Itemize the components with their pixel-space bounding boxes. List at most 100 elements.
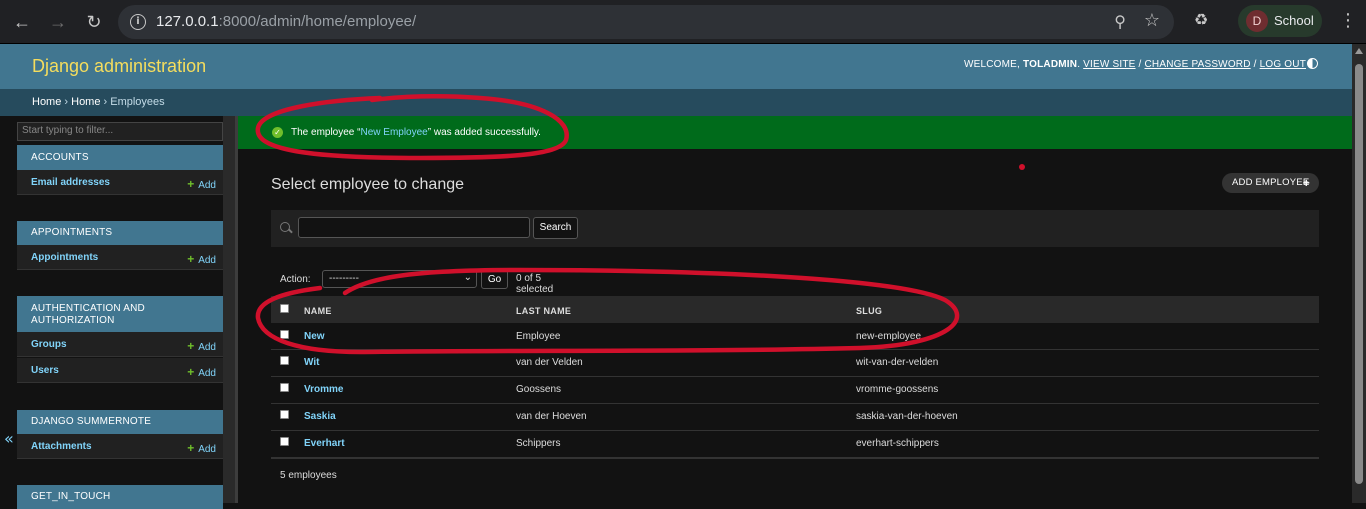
employee-name-link[interactable]: Everhart [304,438,345,449]
url-host: 127.0.0.1 [156,13,219,30]
add-link[interactable]: + Add [187,441,216,455]
model-link[interactable]: Groups [31,339,67,350]
action-select[interactable]: --------- ⌄ [322,270,477,288]
theme-toggle-icon[interactable] [1307,58,1318,69]
scroll-up-arrow-icon[interactable] [1355,48,1363,54]
add-employee-button[interactable]: ADD EMPLOYEE + [1222,173,1319,193]
add-link[interactable]: + Add [187,365,216,379]
employee-name-link[interactable]: New [304,331,325,342]
forward-arrow-icon[interactable]: → [44,8,72,36]
breadcrumb-app[interactable]: Home [71,96,100,108]
row-checkbox[interactable] [280,410,289,419]
extensions-icon[interactable]: ♻ [1190,10,1212,32]
message-prefix: The employee “ [291,127,361,138]
module-caption-summernote[interactable]: DJANGO SUMMERNOTE [17,410,223,434]
paginator: 5 employees [271,458,1319,492]
chevron-down-icon: ⌄ [463,272,472,283]
sidebar-filter-input[interactable]: Start typing to filter... [17,122,223,141]
search-button[interactable]: Search [533,217,578,239]
slug-cell: saskia-van-der-hoeven [856,411,958,422]
add-plus-icon: + [187,252,195,266]
plus-icon: + [1302,176,1310,190]
page-scrollbar[interactable] [1352,44,1366,503]
module-caption-auth[interactable]: AUTHENTICATION AND AUTHORIZATION [17,296,223,332]
profile-button[interactable]: D School [1238,5,1322,37]
zoom-icon[interactable]: ⚲ [1114,12,1126,31]
url-path: :8000/admin/home/employee/ [218,13,417,30]
add-link[interactable]: + Add [187,177,216,191]
message-suffix: ” was added successfully. [427,127,541,138]
module-caption-appointments[interactable]: APPOINTMENTS [17,221,223,245]
table-row: Wit van der Velden wit-van-der-velden [271,350,1319,377]
url-text[interactable]: 127.0.0.1:8000/admin/home/employee/ [156,13,416,30]
go-button[interactable]: Go [481,270,508,289]
select-all-checkbox[interactable] [280,304,289,313]
table-row: Saskia van der Hoeven saskia-van-der-hoe… [271,404,1319,431]
slug-cell: new-employee [856,331,922,342]
nav-sidebar: Start typing to filter... ACCOUNTS Email… [0,116,238,509]
column-header-slug[interactable]: SLUG [856,306,882,316]
module-caption-get-in-touch[interactable]: GET_IN_TOUCH [17,485,223,509]
add-plus-icon: + [187,177,195,191]
sidebar-divider-line [235,116,238,503]
browser-toolbar: ← → ↻ i 127.0.0.1:8000/admin/home/employ… [0,0,1366,44]
selected-count: 0 of 5 selected [516,273,554,295]
address-bar[interactable]: i 127.0.0.1:8000/admin/home/employee/ ⚲ … [118,5,1174,39]
breadcrumb-home[interactable]: Home [32,96,61,108]
employee-name-link[interactable]: Wit [304,357,319,368]
success-message-text: The employee “New Employee” was added su… [291,127,541,138]
add-link[interactable]: + Add [187,252,216,266]
add-link[interactable]: + Add [187,339,216,353]
new-employee-link[interactable]: New Employee [360,127,427,138]
model-link[interactable]: Email addresses [31,177,110,188]
table-row: Vromme Goossens vromme-goossens [271,377,1319,404]
sidebar-item-email-addresses: Email addresses + Add [17,170,223,195]
breadcrumb-current: Employees [110,96,165,108]
sidebar-item-attachments: Attachments + Add [17,434,223,459]
column-header-name[interactable]: NAME [304,306,332,316]
view-site-link[interactable]: VIEW SITE [1083,59,1135,70]
row-checkbox[interactable] [280,383,289,392]
row-checkbox[interactable] [280,330,289,339]
module-caption-accounts[interactable]: ACCOUNTS [17,145,223,170]
row-checkbox[interactable] [280,437,289,446]
site-header: Django administration WELCOME, TOLADMIN.… [0,44,1352,89]
sidebar-item-users: Users + Add [17,358,223,383]
employee-name-link[interactable]: Saskia [304,411,336,422]
row-checkbox[interactable] [280,356,289,365]
model-link[interactable]: Attachments [31,441,92,452]
bookmark-star-icon[interactable]: ☆ [1144,10,1160,31]
last-name-cell: van der Hoeven [516,411,587,422]
checkmark-icon: ✓ [272,127,283,138]
model-link[interactable]: Appointments [31,252,98,263]
reload-icon[interactable]: ↻ [80,8,108,36]
site-info-icon[interactable]: i [130,14,146,30]
log-out-link[interactable]: LOG OUT [1260,59,1306,70]
search-input[interactable] [298,217,530,238]
last-name-cell: Employee [516,331,561,342]
column-header-last-name[interactable]: LAST NAME [516,306,571,316]
last-name-cell: Schippers [516,438,561,449]
change-password-link[interactable]: CHANGE PASSWORD [1144,59,1250,70]
last-name-cell: van der Velden [516,357,583,368]
breadcrumb: Home › Home › Employees [0,89,1352,116]
add-plus-icon: + [187,365,195,379]
table-header: NAME LAST NAME SLUG [271,296,1319,323]
sidebar-item-groups: Groups + Add [17,332,223,357]
sidebar-item-appointments: Appointments + Add [17,245,223,270]
add-label: Add [198,368,216,379]
add-plus-icon: + [187,441,195,455]
model-link[interactable]: Users [31,365,59,376]
sidebar-collapse-icon[interactable]: « [4,429,14,448]
slug-cell: wit-van-der-velden [856,357,939,368]
browser-menu-icon[interactable]: ⋮ [1338,10,1358,32]
add-label: Add [198,180,216,191]
last-name-cell: Goossens [516,384,562,395]
site-branding[interactable]: Django administration [32,56,206,77]
user-tools: WELCOME, TOLADMIN. VIEW SITE / CHANGE PA… [963,59,1306,70]
employee-name-link[interactable]: Vromme [304,384,343,395]
changelist-search: Search [271,210,1319,247]
scrollbar-thumb[interactable] [1355,64,1363,484]
back-arrow-icon[interactable]: ← [8,8,36,36]
slug-cell: everhart-schippers [856,438,939,449]
